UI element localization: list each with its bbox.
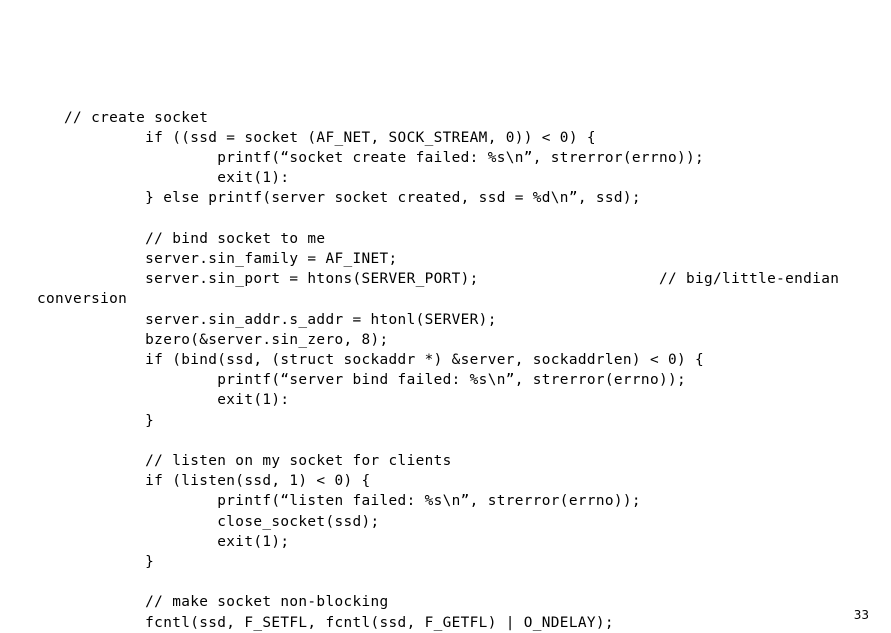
code-line: bzero(&server.sin_zero, 8); [37,331,389,348]
code-line: // make socket non-blocking [37,594,389,611]
code-line: printf(“listen failed: %s\n”, strerror(e… [37,493,641,510]
code-line: if ((ssd = socket (AF_NET, SOCK_STREAM, … [37,129,596,146]
code-line: } else printf(server socket created, ssd… [37,190,641,207]
code-line: exit(1): [37,392,290,409]
code-line: server.sin_family = AF_INET; [37,251,398,268]
code-line: // create socket [37,109,209,126]
code-line: } [37,412,155,429]
code-line: } [37,554,155,571]
code-line: if (listen(ssd, 1) < 0) { [37,473,371,490]
code-listing: // create socket if ((ssd = socket (AF_N… [37,47,867,633]
code-line: if (bind(ssd, (struct sockaddr *) &serve… [37,352,705,369]
code-line: server.sin_port = htons(SERVER_PORT); //… [37,271,849,308]
code-line: printf(“server bind failed: %s\n”, strer… [37,372,687,389]
slide-canvas: // create socket if ((ssd = socket (AF_N… [0,0,891,633]
code-line: server.sin_addr.s_addr = htonl(SERVER); [37,311,497,328]
code-line: printf(“socket create failed: %s\n”, str… [37,150,705,167]
code-line: // listen on my socket for clients [37,453,452,470]
code-line: exit(1): [37,170,290,187]
page-number: 33 [853,608,869,622]
code-line: // bind socket to me [37,230,326,247]
code-line: close_socket(ssd); [37,513,380,530]
code-line: exit(1); [37,533,290,550]
